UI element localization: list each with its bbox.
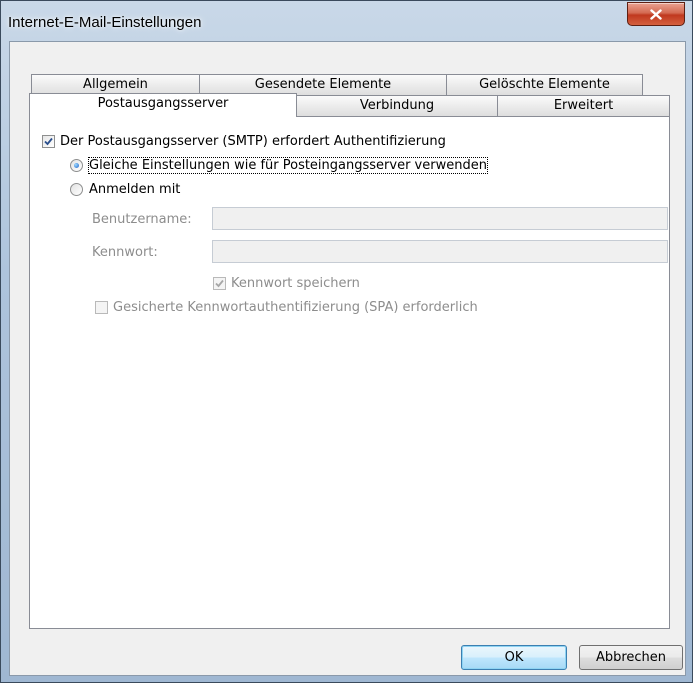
tab-allgemein[interactable]: Allgemein bbox=[31, 74, 200, 95]
password-label: Kennwort: bbox=[92, 245, 158, 260]
save-password-row[interactable]: Kennwort speichern bbox=[213, 276, 360, 291]
tab-verbindung[interactable]: Verbindung bbox=[296, 95, 498, 116]
password-input[interactable] bbox=[212, 240, 668, 263]
ok-button[interactable]: OK bbox=[461, 645, 567, 670]
radio-login-with-label: Anmelden mit bbox=[89, 182, 181, 197]
dialog-window: Internet-E-Mail-Einstellungen Allgemein … bbox=[0, 0, 693, 683]
tab-erweitert[interactable]: Erweitert bbox=[497, 95, 670, 116]
checkmark-icon bbox=[44, 137, 53, 146]
smtp-auth-checkbox[interactable] bbox=[42, 135, 55, 148]
tab-geloeschte-elemente[interactable]: Gelöschte Elemente bbox=[446, 74, 643, 95]
cancel-button[interactable]: Abbrechen bbox=[579, 645, 683, 670]
close-icon bbox=[650, 8, 662, 20]
spa-label: Gesicherte Kennwortauthentifizierung (SP… bbox=[113, 300, 478, 315]
radio-login-with-row[interactable]: Anmelden mit bbox=[70, 182, 180, 197]
smtp-auth-row[interactable]: Der Postausgangsserver (SMTP) erfordert … bbox=[42, 134, 446, 149]
tab-gesendete-elemente[interactable]: Gesendete Elemente bbox=[199, 74, 447, 95]
dialog-client-area: Allgemein Gesendete Elemente Gelöschte E… bbox=[9, 41, 686, 676]
save-password-checkbox[interactable] bbox=[213, 277, 226, 290]
radio-login-with[interactable] bbox=[70, 183, 83, 196]
close-button[interactable] bbox=[627, 2, 685, 26]
save-password-label: Kennwort speichern bbox=[231, 276, 360, 291]
window-title: Internet-E-Mail-Einstellungen bbox=[8, 14, 202, 31]
radio-same-settings[interactable] bbox=[70, 159, 83, 172]
title-bar[interactable]: Internet-E-Mail-Einstellungen bbox=[1, 1, 692, 43]
tab-postausgangsserver[interactable]: Postausgangsserver bbox=[29, 93, 297, 117]
radio-selected-dot bbox=[74, 163, 79, 168]
username-label: Benutzername: bbox=[92, 212, 192, 227]
smtp-auth-label: Der Postausgangsserver (SMTP) erfordert … bbox=[60, 134, 446, 149]
checkmark-icon bbox=[215, 279, 224, 288]
username-input[interactable] bbox=[212, 207, 668, 230]
radio-same-settings-label: Gleiche Einstellungen wie für Posteingan… bbox=[88, 157, 488, 174]
tab-panel-postausgangsserver: Der Postausgangsserver (SMTP) erfordert … bbox=[29, 116, 670, 629]
radio-same-settings-row[interactable]: Gleiche Einstellungen wie für Posteingan… bbox=[70, 157, 488, 174]
spa-checkbox[interactable] bbox=[95, 301, 108, 314]
spa-row[interactable]: Gesicherte Kennwortauthentifizierung (SP… bbox=[95, 300, 478, 315]
